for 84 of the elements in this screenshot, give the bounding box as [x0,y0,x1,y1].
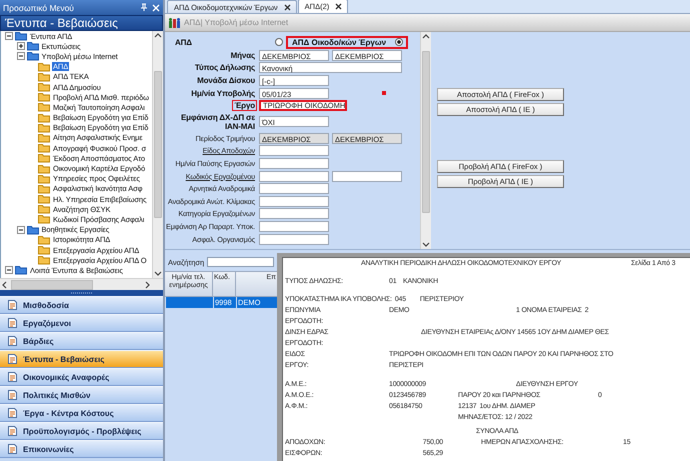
folder-icon [26,51,38,62]
close-icon[interactable] [284,4,291,10]
folder-icon [38,62,50,72]
panel-title: Προσωπικό Μενού [3,2,75,12]
folder-icon [38,194,50,204]
nav-item[interactable]: Πολιτικές Μισθών [0,386,163,404]
document-icon [6,353,18,365]
scroll-up-icon[interactable] [421,32,431,41]
document-icon [6,317,18,329]
scroll-right-icon[interactable] [143,280,152,290]
group-icon [168,16,181,28]
status-marker [382,90,386,95]
text-field[interactable] [259,196,329,207]
folder-icon [38,214,50,224]
splitter-handle[interactable] [0,290,163,296]
field-label: Ημ/νία Υποβολής [190,88,256,99]
folder-icon [38,122,50,133]
text-field[interactable] [259,170,329,182]
folder-icon [38,102,50,112]
folder-icon [38,82,50,92]
document-icon [6,443,18,455]
nav-item[interactable]: Επικοινωνίες [0,440,163,458]
scroll-left-icon[interactable] [0,280,9,290]
text-field[interactable] [259,183,329,194]
document-icon [6,335,18,347]
collapse-icon[interactable] [5,266,13,274]
nav-item[interactable]: Προϋπολογισμός - Προβλέψεις [0,422,163,440]
scroll-up-icon[interactable] [153,31,163,40]
search-field[interactable] [207,257,274,267]
folder-icon [38,92,50,102]
nav-item[interactable]: Εργαζόμενοι [0,314,163,332]
radio-button[interactable] [275,38,283,46]
text-field[interactable] [332,170,402,182]
radio-button[interactable] [395,38,404,46]
document-icon [6,389,18,401]
expand-icon[interactable] [16,42,24,50]
folder-icon [38,245,50,256]
collapse-icon[interactable] [16,226,24,234]
scroll-down-icon[interactable] [153,269,163,278]
folder-icon [38,72,50,82]
field-label: Έργο [232,100,257,112]
document-icon [6,425,18,437]
pin-icon[interactable] [140,3,148,12]
horizontal-scrollbar[interactable] [0,278,163,290]
folder-icon [26,41,38,52]
field-label: Μήνας [230,50,256,61]
folder-icon [38,143,50,154]
document-icon [6,299,18,311]
text-field[interactable] [259,234,329,245]
nav-item[interactable]: Μισθοδοσία [0,296,163,314]
vertical-scrollbar[interactable] [152,31,163,278]
folder-icon [38,112,50,123]
collapse-icon[interactable] [16,52,24,60]
scroll-down-icon[interactable] [421,240,431,249]
folder-icon [38,132,50,143]
text-field[interactable] [259,158,329,169]
document-icon [6,407,18,419]
nav-item[interactable]: Βάρδιες [0,332,163,350]
folder-icon [38,174,50,184]
vertical-scrollbar[interactable] [420,32,431,249]
folder-icon [38,234,50,245]
nav-item[interactable]: Οικονομικές Αναφορές [0,368,163,386]
field-label: Τύπος Δήλωσης [194,62,256,74]
text-field[interactable] [259,220,329,232]
radio-label[interactable]: ΑΠΔ Οικοδο/κών Έργων [292,38,386,46]
nav-item[interactable]: Έργα - Κέντρα Κόστους [0,404,163,422]
collapse-icon[interactable] [5,32,13,40]
folder-icon [38,164,50,174]
field-label: ΑΠΔ [174,36,193,48]
folder-icon [38,255,50,266]
text-field[interactable] [259,145,329,156]
text-field[interactable] [259,208,329,220]
folder-icon [38,204,50,214]
section-header: Έντυπα - Βεβαιώσεις [0,15,163,31]
folder-icon [38,184,50,194]
folder-icon [26,224,38,235]
close-icon[interactable] [335,3,342,10]
document-icon [6,371,18,383]
toolbar-title: ΑΠΔ| Υποβολή μέσω Internet [184,18,288,27]
nav-item[interactable]: Έντυπα - Βεβαιώσεις [0,350,163,368]
folder-icon [38,153,50,164]
folder-icon [15,265,27,276]
field-label: Μονάδα Δίσκου [196,74,256,86]
field-label: Εμφάνιση ΔΧ-ΔΠ σε ΙΑΝ-ΜΑΙ [180,112,256,132]
